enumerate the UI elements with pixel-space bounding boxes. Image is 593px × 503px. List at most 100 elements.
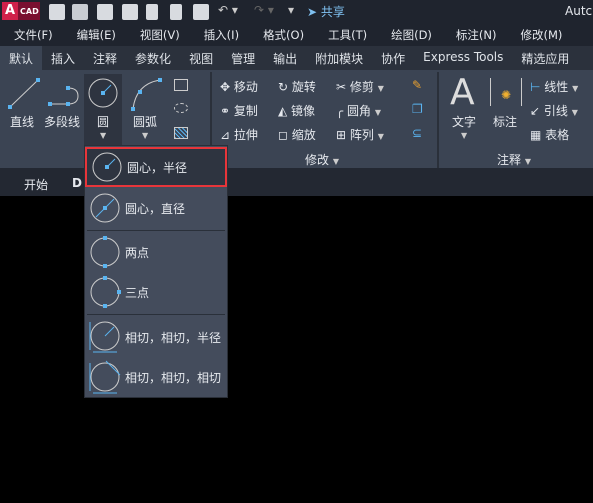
menu-item-label: 相切，相切，半径 xyxy=(125,330,222,345)
chevron-down-icon: ▼ xyxy=(461,131,468,140)
center-radius-icon xyxy=(92,152,122,182)
tab-express-tools[interactable]: Express Tools xyxy=(414,46,512,70)
ellipse-icon[interactable] xyxy=(174,103,188,113)
explode-icon[interactable]: ❐ xyxy=(412,102,423,116)
text-icon: A xyxy=(450,72,475,113)
mirror-label: 镜像 xyxy=(291,104,316,118)
tab-insert[interactable]: 插入 xyxy=(42,46,84,70)
undo-icon[interactable]: ↶ ▾ xyxy=(218,3,238,17)
tab-addins[interactable]: 附加模块 xyxy=(306,46,372,70)
share-label: 共享 xyxy=(320,5,345,19)
menu-item-two-point[interactable]: 两点 xyxy=(85,232,227,272)
start-tab[interactable]: 开始 xyxy=(8,172,64,197)
save-as-icon[interactable] xyxy=(122,4,138,20)
tab-collaborate[interactable]: 协作 xyxy=(372,46,414,70)
leader-label: 引线 xyxy=(543,104,568,118)
line-button[interactable]: 直线 xyxy=(10,113,34,130)
tab-manage[interactable]: 管理 xyxy=(222,46,264,70)
menu-insert[interactable]: 插入(I) xyxy=(190,24,239,46)
polyline-button[interactable]: 多段线 xyxy=(44,113,80,130)
mirror-button[interactable]: ◭ 镜像 xyxy=(278,102,315,119)
menu-item-label: 两点 xyxy=(125,245,150,260)
menu-item-three-point[interactable]: 三点 xyxy=(85,272,227,312)
new-file-icon[interactable] xyxy=(49,4,65,20)
tab-output[interactable]: 输出 xyxy=(264,46,306,70)
table-button[interactable]: ▦ 表格 xyxy=(530,126,569,143)
rotate-label: 旋转 xyxy=(291,80,316,94)
dimension-button[interactable]: 标注 xyxy=(493,113,517,130)
trim-button[interactable]: ✂ 修剪 ▼ xyxy=(336,78,384,95)
menu-format[interactable]: 格式(O) xyxy=(249,24,304,46)
rectangle-icon[interactable] xyxy=(174,79,188,91)
menu-edit[interactable]: 编辑(E) xyxy=(63,24,116,46)
text-button[interactable]: 文字 xyxy=(452,113,476,130)
hatch-icon[interactable] xyxy=(174,127,188,139)
chevron-down-icon: ▼ xyxy=(142,131,149,140)
menu-item-center-radius[interactable]: 圆心，半径 xyxy=(85,147,227,187)
menu-item-label: 三点 xyxy=(125,285,150,300)
menu-bar: 文件(F) 编辑(E) 视图(V) 插入(I) 格式(O) 工具(T) 绘图(D) 标注(N)… xyxy=(0,24,593,46)
scale-button[interactable]: ◻ 缩放 xyxy=(278,126,316,143)
open-folder-icon[interactable] xyxy=(72,4,88,20)
two-point-icon xyxy=(90,236,120,268)
modify-panel-label: 修改 xyxy=(305,153,330,167)
annotation-panel-label: 注释 xyxy=(497,153,522,167)
copy-button[interactable]: ⚭ 复制 xyxy=(220,102,258,119)
menu-dimension[interactable]: 标注(N) xyxy=(442,24,497,46)
ribbon-tabs: 默认 插入 注释 参数化 视图 管理 输出 附加模块 协作 Express Tools 精选应用 xyxy=(0,46,593,70)
stretch-button[interactable]: ⊿ 拉伸 xyxy=(220,126,258,143)
line-icon xyxy=(8,78,40,109)
share-button[interactable]: ➤ 共享 xyxy=(307,3,345,20)
linear-button[interactable]: ⊢ 线性 ▼ xyxy=(530,78,578,95)
menu-item-tan-tan-radius[interactable]: 相切，相切，半径 xyxy=(85,317,227,357)
menu-view[interactable]: 视图(V) xyxy=(126,24,180,46)
array-button[interactable]: ⊞ 阵列 ▼ xyxy=(336,126,384,143)
fillet-button[interactable]: ╭ 圆角 ▼ xyxy=(336,102,381,119)
menu-item-tan-tan-tan[interactable]: 相切，相切，相切 xyxy=(85,357,227,397)
print-icon[interactable] xyxy=(193,4,209,20)
leader-button[interactable]: ↙ 引线 ▼ xyxy=(530,102,578,119)
tab-parametric[interactable]: 参数化 xyxy=(126,46,180,70)
drawing-tab[interactable]: D xyxy=(72,176,82,190)
dimension-icon: ✺ xyxy=(490,78,522,106)
circle-label: 圆 xyxy=(97,115,110,129)
copy-label: 复制 xyxy=(233,104,258,118)
offset-icon[interactable]: ⊆ xyxy=(412,126,422,140)
logo-a: A xyxy=(2,2,18,20)
erase-icon[interactable]: ✎ xyxy=(412,78,422,92)
tab-default[interactable]: 默认 xyxy=(0,46,43,70)
redo-icon[interactable]: ↷ ▾ xyxy=(254,3,274,17)
rotate-button[interactable]: ↻ 旋转 xyxy=(278,78,316,95)
arc-button[interactable]: 圆弧 xyxy=(133,113,157,130)
divider xyxy=(437,72,439,168)
tan-tan-radius-icon xyxy=(89,321,120,353)
move-button[interactable]: ✥ 移动 xyxy=(220,78,258,95)
tab-annotate[interactable]: 注释 xyxy=(84,46,126,70)
menu-item-label: 圆心，直径 xyxy=(125,201,186,216)
title-bar xyxy=(0,0,593,24)
menu-item-center-diameter[interactable]: 圆心，直径 xyxy=(85,188,227,228)
circle-dropdown-menu: 圆心，半径 圆心，直径 两点 三点 相切，相切，半径 相切，相切，相切 xyxy=(84,145,228,398)
open-web-icon[interactable] xyxy=(146,4,158,20)
save-web-icon[interactable] xyxy=(170,4,182,20)
modify-panel-title[interactable]: 修改 ▼ xyxy=(305,151,339,168)
menu-draw[interactable]: 绘图(D) xyxy=(377,24,432,46)
menu-file[interactable]: 文件(F) xyxy=(0,24,53,46)
divider xyxy=(87,230,225,231)
customize-icon[interactable]: ▾ xyxy=(288,3,294,17)
chevron-down-icon: ▼ xyxy=(100,131,107,140)
save-icon[interactable] xyxy=(97,4,113,20)
tab-featured-apps[interactable]: 精选应用 xyxy=(512,46,578,70)
menu-item-label: 相切，相切，相切 xyxy=(125,370,222,385)
trim-label: 修剪 xyxy=(349,80,374,94)
scale-label: 缩放 xyxy=(291,128,316,142)
menu-modify[interactable]: 修改(M) xyxy=(507,24,563,46)
fillet-label: 圆角 xyxy=(347,104,372,118)
app-logo[interactable]: A CAD xyxy=(2,2,40,20)
app-title: Autc xyxy=(565,4,593,18)
circle-icon xyxy=(88,78,118,108)
tab-view[interactable]: 视图 xyxy=(180,46,222,70)
annotation-panel-title[interactable]: 注释 ▼ xyxy=(497,151,531,168)
menu-item-label: 圆心，半径 xyxy=(127,160,188,175)
menu-tools[interactable]: 工具(T) xyxy=(314,24,367,46)
